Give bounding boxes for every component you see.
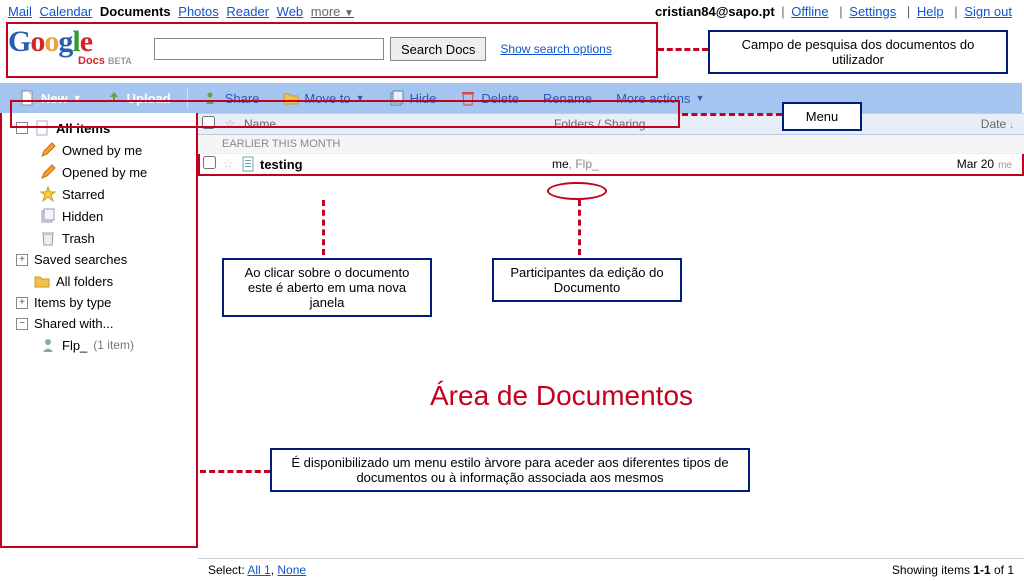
share-button[interactable]: Share <box>194 86 270 110</box>
link-signout[interactable]: Sign out <box>964 4 1012 19</box>
select-label: Select: <box>208 563 245 577</box>
folder-icon <box>34 273 50 289</box>
annotation-participants: Participantes da edição do Documento <box>492 258 682 302</box>
row-star[interactable]: ☆ <box>218 156 238 172</box>
expand-icon[interactable]: + <box>16 297 28 309</box>
annotation-connector <box>322 200 325 255</box>
select-all-link[interactable]: All 1 <box>247 563 270 577</box>
upload-button[interactable]: Upload <box>96 86 181 110</box>
collapse-icon[interactable]: − <box>16 318 28 330</box>
more-actions-button[interactable]: More actions ▼ <box>606 87 714 110</box>
nav-documents[interactable]: Documents <box>100 4 171 19</box>
hide-icon <box>389 90 405 106</box>
sidebar: − All items Owned by me Opened by me Sta… <box>0 113 198 548</box>
account-email: cristian84@sapo.pt <box>655 4 775 19</box>
toolbar: New ▼ Upload Share Move to ▼ Hide Delete… <box>0 83 1022 113</box>
moveto-button[interactable]: Move to ▼ <box>273 86 374 110</box>
trash-icon <box>40 230 56 246</box>
footer: Select: All 1, None Showing items 1-1 of… <box>198 558 1024 581</box>
search-input[interactable] <box>154 38 384 60</box>
folders-column[interactable]: Folders / Sharing <box>554 117 924 131</box>
annotation-doc-click: Ao clicar sobre o documento este é abert… <box>222 258 432 317</box>
group-header: EARLIER THIS MONTH <box>198 135 1024 154</box>
folder-icon <box>283 90 299 106</box>
sidebar-shared-user[interactable]: Flp_ (1 item) <box>12 334 192 356</box>
sidebar-shared-with[interactable]: − Shared with... <box>12 313 192 334</box>
nav-more[interactable]: more ▼ <box>311 4 354 19</box>
page-icon <box>20 90 36 106</box>
share-icon <box>204 90 220 106</box>
annotation-menu-label: Menu <box>782 102 862 131</box>
sidebar-opened[interactable]: Opened by me <box>12 161 192 183</box>
annotation-connector <box>200 470 270 473</box>
annotation-search-label: Campo de pesquisa dos documentos do util… <box>708 30 1008 74</box>
select-all-checkbox[interactable] <box>202 116 215 129</box>
sidebar-trash[interactable]: Trash <box>12 227 192 249</box>
nav-web[interactable]: Web <box>277 4 304 19</box>
sidebar-all-items[interactable]: − All items <box>12 117 192 139</box>
doc-icon <box>238 156 258 173</box>
hidden-icon <box>40 208 56 224</box>
trash-icon <box>460 90 476 106</box>
link-offline[interactable]: Offline <box>791 4 828 19</box>
annotation-connector <box>658 48 708 51</box>
show-search-options-link[interactable]: Show search options <box>500 42 611 56</box>
doc-date: Mar 20me <box>922 157 1022 171</box>
page-icon <box>34 120 50 136</box>
search-button[interactable]: Search Docs <box>390 37 486 61</box>
sidebar-items-by-type[interactable]: + Items by type <box>12 292 192 313</box>
google-docs-logo: Google Docs BETA <box>8 25 148 73</box>
sidebar-starred[interactable]: Starred <box>12 183 192 205</box>
sidebar-saved-searches[interactable]: + Saved searches <box>12 249 192 270</box>
annotation-tree-info: É disponibilizado um menu estilo àrvore … <box>270 448 750 492</box>
top-nav: Mail Calendar Documents Photos Reader We… <box>0 0 1024 21</box>
star-column[interactable]: ☆ <box>220 117 240 131</box>
pencil-icon <box>40 164 56 180</box>
annotation-connector <box>578 200 581 255</box>
annotation-area-title: Área de Documentos <box>430 380 693 412</box>
rename-button[interactable]: Rename <box>533 87 602 110</box>
hide-button[interactable]: Hide <box>379 86 447 110</box>
row-checkbox[interactable] <box>203 156 216 169</box>
link-settings[interactable]: Settings <box>849 4 896 19</box>
annotation-connector <box>682 113 782 116</box>
star-icon <box>40 186 56 202</box>
delete-button[interactable]: Delete <box>450 86 529 110</box>
upload-icon <box>106 90 122 106</box>
doc-row[interactable]: ☆ testing me, Flp_ Mar 20me <box>198 154 1024 176</box>
link-help[interactable]: Help <box>917 4 944 19</box>
showing-items: Showing items 1-1 of 1 <box>892 563 1014 577</box>
sidebar-all-folders[interactable]: All folders <box>12 270 192 292</box>
sidebar-owned[interactable]: Owned by me <box>12 139 192 161</box>
date-column[interactable]: Date ↓ <box>924 117 1024 131</box>
new-button[interactable]: New ▼ <box>10 86 92 110</box>
collapse-icon[interactable]: − <box>16 122 28 134</box>
doc-name[interactable]: testing <box>258 157 552 172</box>
expand-icon[interactable]: + <box>16 254 28 266</box>
nav-mail[interactable]: Mail <box>8 4 32 19</box>
select-none-link[interactable]: None <box>277 563 306 577</box>
pencil-icon <box>40 142 56 158</box>
nav-reader[interactable]: Reader <box>226 4 269 19</box>
doc-sharing: me, Flp_ <box>552 157 922 171</box>
sidebar-hidden[interactable]: Hidden <box>12 205 192 227</box>
nav-photos[interactable]: Photos <box>178 4 218 19</box>
column-headers: ☆ Name Folders / Sharing Date ↓ <box>198 113 1024 135</box>
name-column[interactable]: Name <box>240 117 554 131</box>
person-icon <box>40 337 56 353</box>
nav-calendar[interactable]: Calendar <box>39 4 92 19</box>
